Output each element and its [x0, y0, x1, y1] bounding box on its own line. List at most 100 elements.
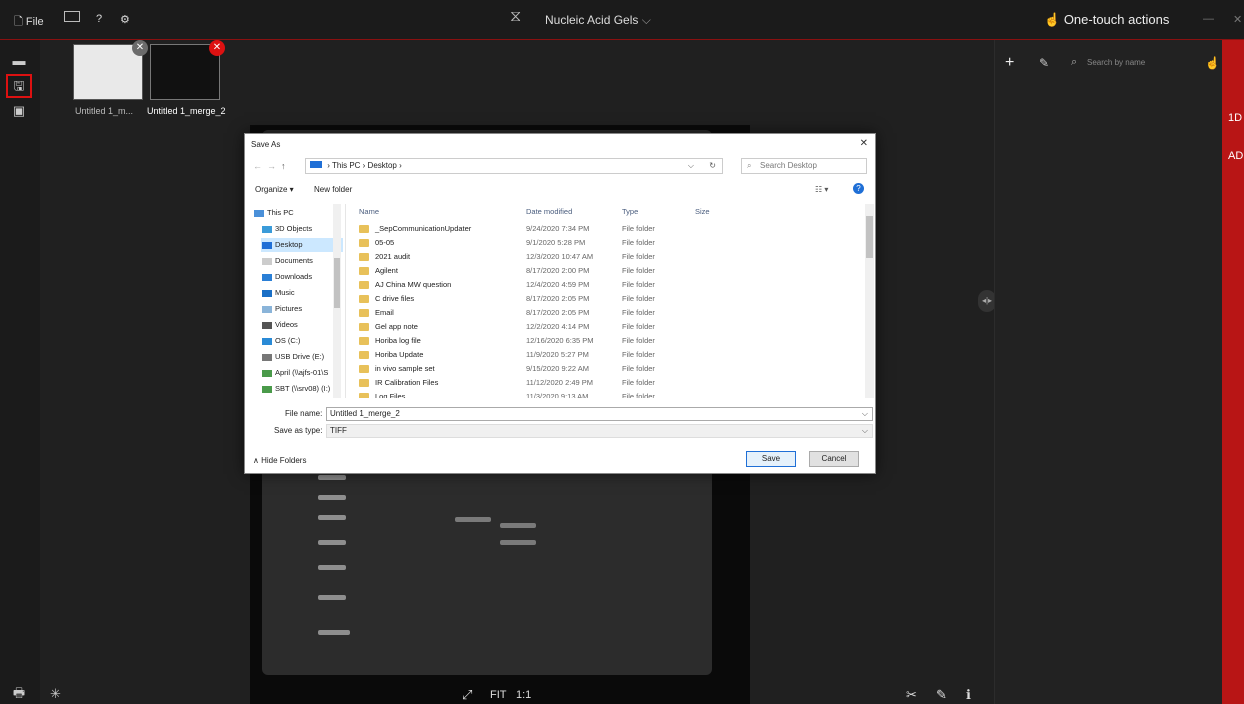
- nav-item-music[interactable]: Music: [261, 286, 343, 300]
- column-name[interactable]: Name: [359, 207, 379, 216]
- file-type: File folder: [622, 350, 655, 359]
- file-name: Email: [375, 308, 394, 317]
- address-bar[interactable]: › This PC › Desktop › ⌵ ↻: [305, 158, 723, 174]
- refresh-icon[interactable]: ↻: [709, 159, 716, 173]
- list-item[interactable]: Horiba Update 11/9/2020 5:27 PM File folde…: [349, 347, 849, 362]
- close-app-button[interactable]: ✕: [1233, 13, 1242, 26]
- list-item[interactable]: 05-05 9/1/2020 5:28 PM File folder: [349, 235, 849, 250]
- thumbnail-untitled-merge-2[interactable]: ✕: [150, 40, 225, 100]
- help-button[interactable]: ?: [96, 13, 102, 25]
- forward-arrow-icon[interactable]: →: [267, 161, 276, 171]
- nav-label: Desktop: [275, 240, 303, 249]
- nav-item-this-pc[interactable]: This PC: [253, 206, 335, 220]
- expand-icon[interactable]: ⤢: [462, 687, 472, 703]
- crop-icon[interactable]: ✂: [906, 687, 917, 703]
- folder-icon: [359, 379, 369, 387]
- nav-item-downloads[interactable]: Downloads: [261, 270, 343, 284]
- nav-item-sbt-share[interactable]: SBT (\\srv08) (I:): [261, 382, 343, 396]
- nav-item-3d-objects[interactable]: 3D Objects: [261, 222, 343, 236]
- list-item[interactable]: _SepCommunicationUpdater 9/24/2020 7:34 P…: [349, 221, 849, 236]
- add-icon[interactable]: +: [1005, 54, 1014, 72]
- export-icon[interactable]: ▣: [11, 104, 27, 118]
- nav-label: This PC: [267, 208, 294, 217]
- one-touch-actions[interactable]: ☝ One-touch actions: [1044, 12, 1169, 28]
- up-arrow-icon[interactable]: ↑: [281, 161, 286, 171]
- chevron-down-icon[interactable]: ⌵: [688, 159, 694, 173]
- gear-icon[interactable]: ⚙: [120, 13, 130, 26]
- file-list-scrollbar[interactable]: [865, 204, 874, 398]
- nav-item-april-share[interactable]: April (\\ajfs-01\S: [261, 366, 343, 380]
- open-folder-icon[interactable]: ▬: [11, 54, 27, 68]
- keyboard-icon[interactable]: [64, 11, 80, 22]
- info-icon[interactable]: ℹ: [966, 687, 971, 703]
- list-item[interactable]: IR Calibration Files 11/12/2020 2:49 PM Fi…: [349, 375, 849, 390]
- touch-icon[interactable]: ☝: [1205, 56, 1220, 70]
- hide-folders-toggle[interactable]: ∧ Hide Folders: [253, 456, 306, 465]
- list-item[interactable]: C drive files 8/17/2020 2:05 PM File folde…: [349, 291, 849, 306]
- hand-icon: ☝: [1044, 12, 1061, 27]
- close-icon[interactable]: ✕: [860, 138, 868, 149]
- chevron-down-icon[interactable]: ⌵: [862, 408, 868, 420]
- list-item[interactable]: AJ China MW question 12/4/2020 4:59 PM Fil…: [349, 277, 849, 292]
- thumbnail-untitled-1[interactable]: ✕: [73, 40, 148, 100]
- app-title[interactable]: Nucleic Acid Gels ⌵: [545, 13, 651, 28]
- list-item[interactable]: Email 8/17/2020 2:05 PM File folder: [349, 305, 849, 320]
- side-tab-ad[interactable]: AD: [1228, 150, 1243, 162]
- folder-icon: [359, 253, 369, 261]
- nav-item-videos[interactable]: Videos: [261, 318, 343, 332]
- file-name: AJ China MW question: [375, 280, 452, 289]
- list-item[interactable]: 2021 audit 12/3/2020 10:47 AM File folder: [349, 249, 849, 264]
- nav-label: Music: [275, 288, 295, 297]
- nav-label: Documents: [275, 256, 313, 265]
- close-icon[interactable]: ✕: [209, 40, 225, 56]
- help-icon[interactable]: ?: [853, 183, 864, 194]
- column-type[interactable]: Type: [622, 207, 638, 216]
- list-item[interactable]: Horiba log file 12/16/2020 6:35 PM File fo…: [349, 333, 849, 348]
- nav-item-os-c[interactable]: OS (C:): [261, 334, 343, 348]
- save-as-type-value: TIFF: [330, 426, 347, 435]
- one-to-one-button[interactable]: 1:1: [516, 689, 531, 701]
- list-item[interactable]: in vivo sample set 9/15/2020 9:22 AM File …: [349, 361, 849, 376]
- search-input[interactable]: Search by name: [1087, 58, 1145, 67]
- organize-button[interactable]: Organize ▾: [255, 185, 294, 194]
- view-options-icon[interactable]: ☷ ▾: [815, 185, 828, 194]
- pc-icon: [254, 210, 264, 217]
- save-button[interactable]: Save: [746, 451, 796, 467]
- dialog-title: Save As: [251, 140, 281, 149]
- file-name-input[interactable]: Untitled 1_merge_2 ⌵: [326, 407, 873, 421]
- fit-button[interactable]: FIT: [490, 689, 507, 701]
- close-icon[interactable]: ✕: [132, 40, 148, 56]
- nav-item-documents[interactable]: Documents: [261, 254, 343, 268]
- nav-item-usb-drive[interactable]: USB Drive (E:): [261, 350, 343, 364]
- file-type: File folder: [622, 294, 655, 303]
- nav-label: USB Drive (E:): [275, 352, 325, 361]
- column-size[interactable]: Size: [695, 207, 710, 216]
- scroll-thumb[interactable]: [866, 216, 873, 258]
- column-date-modified[interactable]: Date modified: [526, 207, 572, 216]
- search-desktop-field[interactable]: ⌕ Search Desktop: [741, 158, 867, 174]
- nav-item-desktop[interactable]: Desktop: [261, 238, 343, 252]
- nav-item-pictures[interactable]: Pictures: [261, 302, 343, 316]
- list-item[interactable]: Agilent 8/17/2020 2:00 PM File folder: [349, 263, 849, 278]
- chevron-down-icon[interactable]: ⌵: [862, 425, 868, 437]
- file-date: 9/24/2020 7:34 PM: [526, 224, 590, 233]
- new-folder-button[interactable]: New folder: [314, 185, 352, 194]
- cancel-button[interactable]: Cancel: [809, 451, 859, 467]
- file-menu[interactable]: 🗋 File: [14, 13, 44, 32]
- pencil-icon[interactable]: ✎: [936, 687, 947, 703]
- print-icon[interactable]: 🖶: [11, 686, 27, 700]
- list-item[interactable]: Gel app note 12/2/2020 4:14 PM File folder: [349, 319, 849, 334]
- minimize-button[interactable]: —: [1203, 13, 1214, 25]
- save-icon[interactable]: 🖫: [6, 74, 32, 98]
- network-drive-icon: [262, 386, 272, 393]
- edit-actions-icon[interactable]: ✎: [1039, 56, 1049, 70]
- hide-folders-label: Hide Folders: [261, 456, 307, 465]
- scroll-thumb[interactable]: [334, 258, 340, 308]
- back-arrow-icon[interactable]: ←: [253, 161, 262, 171]
- side-tab-1d[interactable]: 1D: [1228, 112, 1242, 124]
- brightness-icon[interactable]: ✳: [50, 686, 61, 702]
- folder-icon: [359, 365, 369, 373]
- save-as-type-select[interactable]: TIFF ⌵: [326, 424, 873, 438]
- nav-scrollbar[interactable]: [333, 204, 341, 398]
- list-item[interactable]: Log Files 11/3/2020 9:13 AM File folder: [349, 389, 849, 398]
